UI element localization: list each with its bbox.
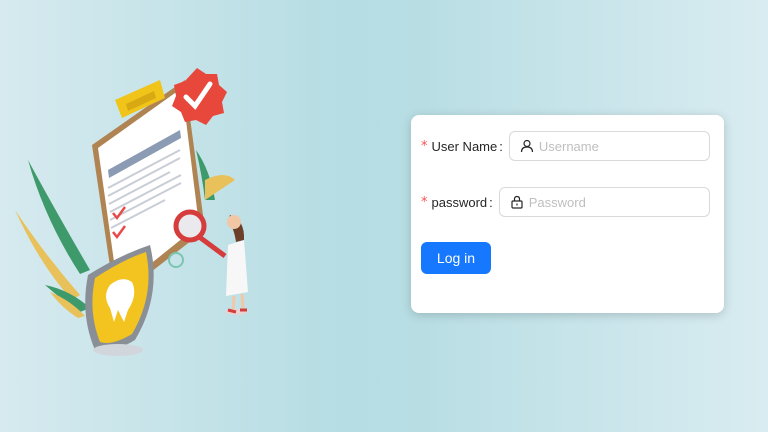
username-label: User Name [431, 138, 498, 154]
tooth-shield-icon [85, 245, 154, 356]
password-row: * password : [421, 186, 710, 218]
login-button[interactable]: Log in [421, 242, 491, 274]
password-label: password [431, 194, 488, 210]
user-icon [520, 139, 533, 153]
medical-document-illustration [15, 68, 248, 356]
doctor-figure-icon [225, 215, 248, 315]
magnifying-glass-icon [173, 209, 227, 259]
lock-icon [511, 195, 523, 209]
label-colon: : [499, 138, 503, 154]
username-row: * User Name : [421, 130, 710, 162]
password-field[interactable] [498, 187, 710, 217]
password-input[interactable] [528, 194, 699, 210]
login-card: * User Name : * password : Log in [411, 115, 724, 313]
username-field[interactable] [508, 131, 710, 161]
required-marker: * [421, 138, 428, 154]
required-marker: * [421, 194, 428, 210]
label-colon: : [489, 194, 493, 210]
username-input[interactable] [538, 138, 699, 154]
